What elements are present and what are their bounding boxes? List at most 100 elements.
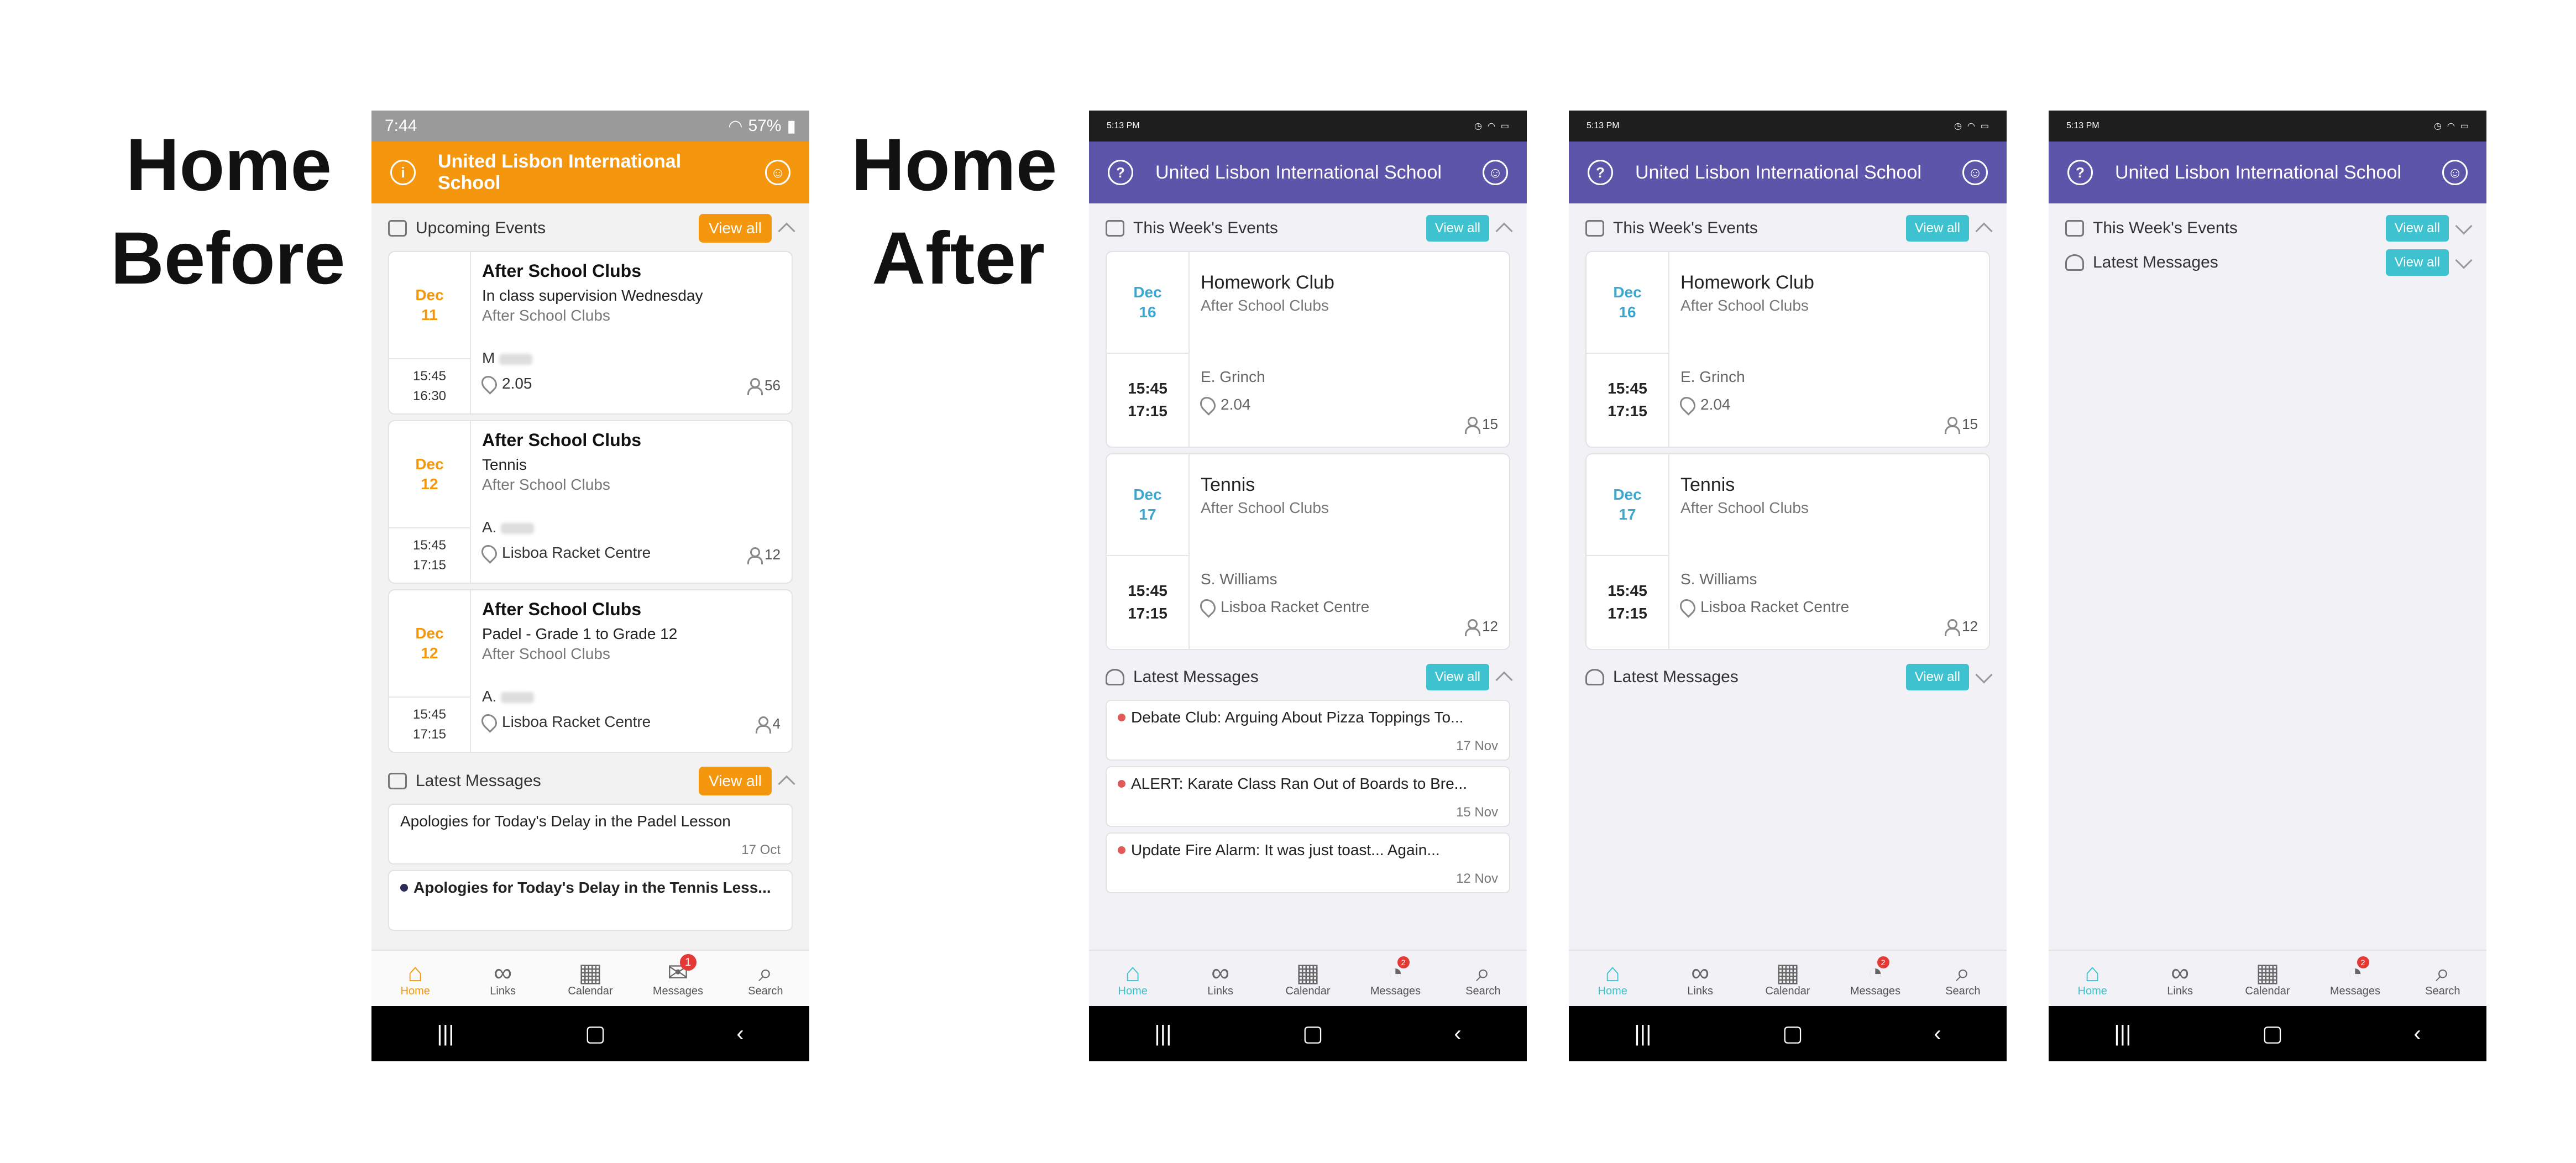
tab-search[interactable]: ⌕ Search — [2399, 951, 2486, 1006]
home-content[interactable]: Upcoming Events View all Dec 11 15:45 16:3… — [371, 203, 809, 950]
message-item[interactable]: Apologies for Today's Delay in the Tenni… — [388, 870, 793, 931]
app-header: i United Lisbon International School ☺ — [371, 142, 809, 203]
event-card[interactable]: Dec 16 15:45 17:15 Homework Club After Sch… — [1106, 251, 1510, 448]
tab-links[interactable]: ∞ Links — [2136, 951, 2223, 1006]
event-card[interactable]: Dec 12 15:45 17:15 After School Clubs Pade… — [388, 589, 793, 753]
home-content[interactable]: This Week's Events View all Dec 16 15:45 1… — [1569, 203, 2007, 950]
tab-links[interactable]: ∞ Links — [1656, 951, 1743, 1006]
message-item[interactable]: Debate Club: Arguing About Pizza Topping… — [1106, 700, 1510, 761]
expand-chevron-icon[interactable] — [1975, 666, 1993, 684]
tab-links[interactable]: ∞ Links — [1176, 951, 1264, 1006]
status-icons: ◷ ◠ ▭ — [2434, 121, 2469, 132]
tab-calendar[interactable]: ▦ Calendar — [1744, 951, 1831, 1006]
link-icon: ∞ — [2171, 957, 2189, 987]
alarm-icon: ◷ — [2433, 122, 2442, 131]
phone-after-all-collapsed: 5:13 PM ◷ ◠ ▭ ? United Lisbon Internationa… — [2049, 111, 2486, 1061]
view-all-messages-button[interactable]: View all — [1905, 664, 1969, 690]
home-content[interactable]: This Week's Events View all Latest Messa… — [2049, 203, 2486, 950]
recents-icon[interactable]: ||| — [1634, 1021, 1651, 1046]
app-header: ? United Lisbon International School ☺ — [1089, 142, 1527, 203]
calendar-icon: ▦ — [1776, 957, 1800, 987]
event-title: After School Clubs — [482, 261, 642, 281]
profile-icon[interactable]: ☺ — [765, 160, 790, 185]
section-title: This Week's Events — [1133, 219, 1278, 237]
home-content[interactable]: This Week's Events View all Dec 16 15:45 1… — [1089, 203, 1527, 950]
link-icon: ∞ — [1211, 957, 1229, 987]
event-end: 17:15 — [1128, 402, 1167, 420]
event-day: 17 — [1139, 506, 1156, 523]
info-icon[interactable]: i — [390, 160, 416, 185]
chat-bubble-icon — [1106, 669, 1124, 685]
message-item[interactable]: ALERT: Karate Class Ran Out of Boards to… — [1106, 766, 1510, 827]
tab-search[interactable]: ⌕ Search — [722, 951, 809, 1006]
tab-calendar[interactable]: ▦ Calendar — [547, 951, 634, 1006]
event-date: Dec 17 15:45 17:15 — [1587, 454, 1669, 649]
tab-home[interactable]: ⌂ Home — [2049, 951, 2136, 1006]
event-teacher: M — [482, 349, 533, 367]
profile-icon[interactable]: ☺ — [2442, 160, 2468, 185]
collapse-chevron-icon[interactable] — [1495, 222, 1513, 240]
home-button-icon[interactable]: ▢ — [1302, 1021, 1323, 1046]
view-all-messages-button[interactable]: View all — [1426, 664, 1489, 690]
location-pin-icon — [1677, 394, 1699, 416]
event-teacher: A. — [482, 688, 535, 705]
help-icon[interactable]: ? — [1108, 160, 1133, 185]
home-button-icon[interactable]: ▢ — [1782, 1021, 1803, 1046]
event-card[interactable]: Dec 12 15:45 17:15 After School Clubs Tenn… — [388, 420, 793, 584]
recents-icon[interactable]: ||| — [2114, 1021, 2131, 1046]
tab-links[interactable]: ∞ Links — [459, 951, 546, 1006]
tab-search[interactable]: ⌕ Search — [1439, 951, 1527, 1006]
tab-calendar[interactable]: ▦ Calendar — [2224, 951, 2311, 1006]
collapse-chevron-icon[interactable] — [778, 775, 795, 793]
event-card[interactable]: Dec 11 15:45 16:30 After School Clubs In c… — [388, 251, 793, 415]
view-all-events-button[interactable]: View all — [2385, 215, 2449, 242]
recents-icon[interactable]: ||| — [437, 1021, 454, 1046]
tab-messages[interactable]: ✉ 1 Messages — [634, 951, 721, 1006]
collapse-chevron-icon[interactable] — [1975, 222, 1993, 240]
tab-calendar[interactable]: ▦ Calendar — [1264, 951, 1352, 1006]
message-item[interactable]: Update Fire Alarm: It was just toast... … — [1106, 832, 1510, 893]
tab-messages[interactable]: ◔ 2 Messages — [2311, 951, 2399, 1006]
message-item[interactable]: Apologies for Today's Delay in the Padel… — [388, 804, 793, 865]
tab-messages[interactable]: ◔ 2 Messages — [1352, 951, 1439, 1006]
collapse-chevron-icon[interactable] — [1495, 671, 1513, 689]
tab-home[interactable]: ⌂ Home — [1569, 951, 1656, 1006]
view-all-messages-button[interactable]: View all — [699, 767, 772, 795]
back-icon[interactable]: ‹ — [1454, 1021, 1461, 1046]
tab-home[interactable]: ⌂ Home — [1089, 951, 1176, 1006]
help-icon[interactable]: ? — [1588, 160, 1613, 185]
back-icon[interactable]: ‹ — [736, 1021, 744, 1046]
profile-icon[interactable]: ☺ — [1962, 160, 1988, 185]
event-card[interactable]: Dec 17 15:45 17:15 Tennis After School Clu… — [1106, 453, 1510, 650]
event-date: Dec 16 15:45 17:15 — [1587, 252, 1669, 447]
tab-bar: ⌂ Home ∞ Links ▦ Calendar ◔ 2 Messages ⌕ Searc… — [2049, 950, 2486, 1006]
section-week-events: This Week's Events View all — [2049, 211, 2486, 245]
attendee-count: 12 — [1944, 618, 1978, 636]
back-icon[interactable]: ‹ — [2413, 1021, 2421, 1046]
profile-icon[interactable]: ☺ — [1483, 160, 1508, 185]
event-body: After School Clubs Tennis After School C… — [471, 421, 792, 583]
view-all-events-button[interactable]: View all — [1426, 215, 1489, 242]
back-icon[interactable]: ‹ — [1934, 1021, 1941, 1046]
event-location: 2.04 — [1197, 394, 1251, 416]
view-all-events-button[interactable]: View all — [699, 214, 772, 243]
status-bar: 5:13 PM ◷ ◠ ▭ — [1089, 111, 1527, 142]
home-button-icon[interactable]: ▢ — [2262, 1021, 2283, 1046]
view-all-messages-button[interactable]: View all — [2385, 249, 2449, 276]
view-all-events-button[interactable]: View all — [1905, 215, 1969, 242]
expand-chevron-icon[interactable] — [2455, 217, 2473, 235]
collapse-chevron-icon[interactable] — [778, 222, 795, 240]
expand-chevron-icon[interactable] — [2455, 252, 2473, 269]
recents-icon[interactable]: ||| — [1154, 1021, 1171, 1046]
event-card[interactable]: Dec 17 15:45 17:15 Tennis After School Clu… — [1585, 453, 1990, 650]
help-icon[interactable]: ? — [2067, 160, 2093, 185]
tab-messages[interactable]: ◔ 2 Messages — [1831, 951, 1919, 1006]
home-button-icon[interactable]: ▢ — [585, 1021, 606, 1046]
tab-search[interactable]: ⌕ Search — [1919, 951, 2007, 1006]
search-icon: ⌕ — [1475, 957, 1490, 987]
tab-home[interactable]: ⌂ Home — [371, 951, 459, 1006]
event-card[interactable]: Dec 16 15:45 17:15 Homework Club After Sch… — [1585, 251, 1990, 448]
section-title: Upcoming Events — [416, 219, 546, 237]
person-icon — [755, 716, 771, 734]
event-body: Homework Club After School Clubs E. Grin… — [1669, 252, 1989, 447]
